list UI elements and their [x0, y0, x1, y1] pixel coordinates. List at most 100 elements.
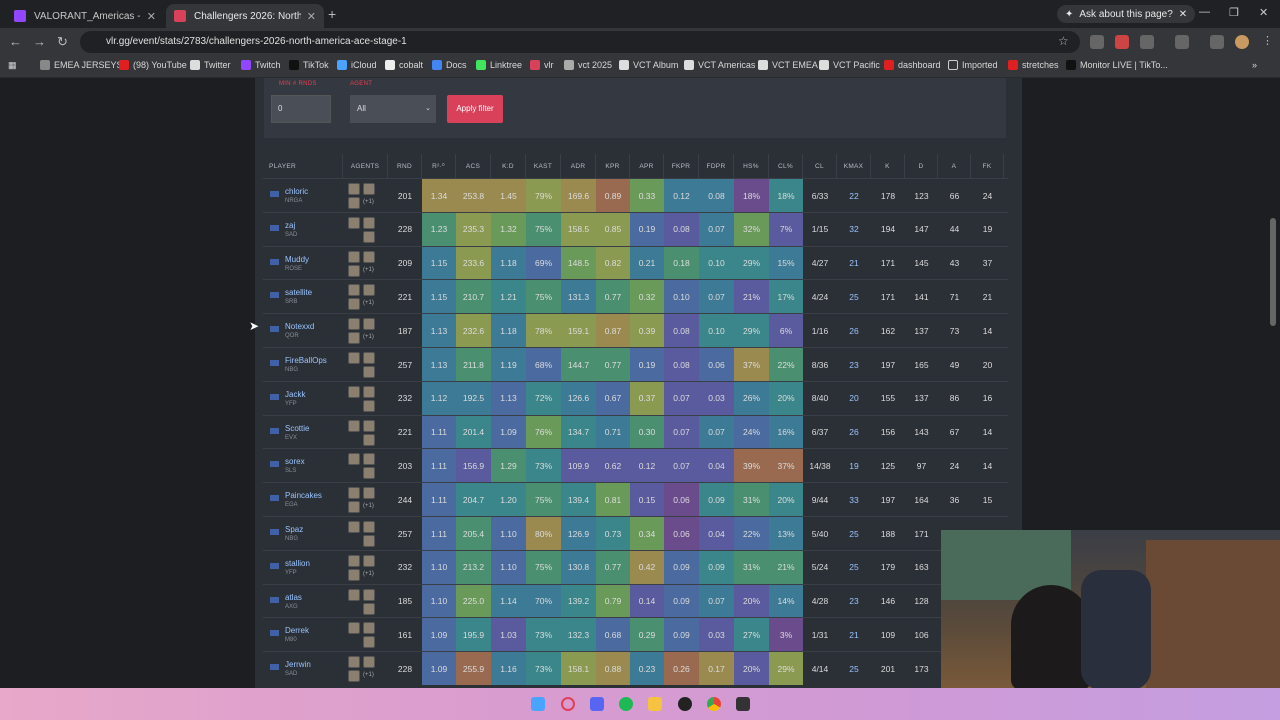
player-name[interactable]: Paincakes	[285, 491, 322, 500]
bookmark-vct-americas[interactable]: VCT Americas	[684, 60, 755, 70]
table-row[interactable]: atlas AXG 185 1.10 225.0 1.14 70% 139.2 0.79 0.14…	[263, 583, 1008, 618]
column-header-5[interactable]: K:D	[491, 154, 526, 178]
player-name[interactable]: zaj	[285, 221, 295, 230]
obs-icon[interactable]	[678, 697, 692, 711]
bookmark-stretches[interactable]: stretches	[1008, 60, 1059, 70]
bookmark-dashboard[interactable]: dashboard	[884, 60, 941, 70]
column-header-12[interactable]: HS%	[734, 154, 769, 178]
bookmark-emea-jerseys[interactable]: EMEA JERSEYS	[40, 60, 123, 70]
table-row[interactable]: Notexxd QOR (+1) 187 1.13 232.6 1.18 78% 159.1 0.…	[263, 313, 1008, 348]
chrome-icon[interactable]	[707, 697, 721, 711]
table-row[interactable]: Paincakes EGA (+1) 244 1.11 204.7 1.20 75% 139.4…	[263, 482, 1008, 517]
player-name[interactable]: chloric	[285, 187, 308, 196]
tab-vlr[interactable]: Challengers 2026: North Americ ✕	[166, 4, 324, 28]
bookmark-docs[interactable]: Docs	[432, 60, 467, 70]
spotify-icon[interactable]	[619, 697, 633, 711]
star-icon[interactable]: ☆	[1058, 34, 1069, 48]
player-name[interactable]: Jerrwin	[285, 660, 311, 669]
column-header-18[interactable]: A	[938, 154, 971, 178]
bookmark-icloud[interactable]: iCloud	[337, 60, 377, 70]
table-row[interactable]: Jackk YFP 232 1.12 192.5 1.13 72% 126.6 0.67 0.37…	[263, 380, 1008, 415]
volume-icon[interactable]	[1090, 35, 1104, 49]
min-rounds-input[interactable]: 0	[271, 95, 331, 123]
column-header-0[interactable]: PLAYER	[263, 154, 343, 178]
app-icon[interactable]	[736, 697, 750, 711]
url-field[interactable]: vlr.gg/event/stats/2783/challengers-2026…	[80, 31, 1080, 53]
column-header-17[interactable]: D	[905, 154, 938, 178]
bookmark-vct-emea[interactable]: VCT EMEA	[758, 60, 818, 70]
cast-icon[interactable]	[1175, 35, 1189, 49]
player-name[interactable]: Jackk	[285, 390, 305, 399]
back-icon[interactable]: ←	[9, 34, 22, 49]
close-icon[interactable]: ✕	[1179, 9, 1187, 20]
table-row[interactable]: Scottie EVX 221 1.11 201.4 1.09 76% 134.7 0.71 0.…	[263, 414, 1008, 449]
table-row[interactable]: Muddy ROSE (+1) 209 1.15 233.6 1.18 69% 148.5 0.8…	[263, 245, 1008, 280]
forward-icon[interactable]: →	[33, 34, 46, 49]
scrollbar[interactable]	[1270, 218, 1276, 326]
column-header-9[interactable]: APR	[630, 154, 664, 178]
table-row[interactable]: Derrek M80 161 1.09 195.9 1.03 73% 132.3 0.68 0.2…	[263, 617, 1008, 652]
bookmark-tiktok[interactable]: TikTok	[289, 60, 329, 70]
table-row[interactable]: chloric NRGA (+1) 201 1.34 253.8 1.45 79% 169.6 0…	[263, 178, 1008, 212]
column-header-15[interactable]: KMAX	[837, 154, 871, 178]
column-header-7[interactable]: ADR	[561, 154, 596, 178]
bookmark-vct-pacific[interactable]: VCT Pacific	[819, 60, 880, 70]
column-header-10[interactable]: FKPR	[664, 154, 699, 178]
bookmark-twitch[interactable]: Twitch	[241, 60, 281, 70]
table-row[interactable]: satellite SRB (+1) 221 1.15 210.7 1.21 75% 131.3…	[263, 279, 1008, 314]
table-row[interactable]: Spaz NBG 257 1.11 205.4 1.10 80% 126.9 0.73 0.34 0…	[263, 516, 1008, 550]
bookmark-vct-2025[interactable]: vct 2025	[564, 60, 612, 70]
tab-twitch[interactable]: VALORANT_Americas - Twitch ✕	[6, 4, 164, 28]
column-header-4[interactable]: ACS	[456, 154, 491, 178]
discord-icon[interactable]	[590, 697, 604, 711]
ask-about-page-button[interactable]: ✦ Ask about this page? ✕	[1057, 5, 1196, 23]
table-row[interactable]: zaj SAD 228 1.23 235.3 1.32 75% 158.5 0.85 0.19 0.…	[263, 211, 1008, 246]
column-header-6[interactable]: KAST	[526, 154, 561, 178]
table-row[interactable]: FireBallOps NBG 257 1.13 211.8 1.19 68% 144.7 0.…	[263, 347, 1008, 381]
column-header-2[interactable]: RND	[388, 154, 422, 178]
close-icon[interactable]: ✕	[147, 10, 156, 23]
player-name[interactable]: Muddy	[285, 255, 309, 264]
column-header-16[interactable]: K	[871, 154, 905, 178]
menu-icon[interactable]: ⋮	[1262, 34, 1273, 47]
column-header-1[interactable]: AGENTS	[343, 154, 388, 178]
player-name[interactable]: Derrek	[285, 626, 309, 635]
extension-icon[interactable]	[1115, 35, 1129, 49]
opera-icon[interactable]	[561, 697, 575, 711]
player-name[interactable]: satellite	[285, 288, 312, 297]
new-tab-button[interactable]: +	[328, 6, 336, 22]
table-row[interactable]: Jerrwin SAD (+1) 228 1.09 255.9 1.16 73% 158.1 0.…	[263, 651, 1008, 686]
start-icon[interactable]	[531, 697, 545, 711]
apply-filter-button[interactable]: Apply filter	[447, 95, 503, 123]
table-row[interactable]: sorex SLS 203 1.11 156.9 1.29 73% 109.9 0.62 0.12…	[263, 448, 1008, 483]
bookmark-imported[interactable]: Imported	[948, 60, 998, 70]
bookmark-youtube[interactable]: (98) YouTube	[119, 60, 187, 70]
agent-select[interactable]: All ⌄	[350, 95, 436, 123]
column-header-13[interactable]: CL%	[769, 154, 803, 178]
close-icon[interactable]: ✕	[307, 10, 316, 23]
player-name[interactable]: Notexxd	[285, 322, 314, 331]
player-name[interactable]: sorex	[285, 457, 305, 466]
column-header-3[interactable]: R²·⁰	[422, 154, 456, 178]
player-name[interactable]: Spaz	[285, 525, 303, 534]
media-icon[interactable]	[1210, 35, 1224, 49]
column-header-8[interactable]: KPR	[596, 154, 630, 178]
bookmark-cobalt[interactable]: cobalt	[385, 60, 423, 70]
column-header-14[interactable]: CL	[803, 154, 837, 178]
apps-icon[interactable]: ▦	[8, 60, 17, 71]
folder-icon[interactable]	[648, 697, 662, 711]
bookmark-vlr[interactable]: vlr	[530, 60, 554, 70]
player-name[interactable]: Scottie	[285, 424, 309, 433]
puzzle-icon[interactable]	[1140, 35, 1154, 49]
column-header-11[interactable]: FDPR	[699, 154, 734, 178]
column-header-19[interactable]: FK	[971, 154, 1004, 178]
bookmark-twitter[interactable]: Twitter	[190, 60, 231, 70]
minimize-icon[interactable]: —	[1199, 6, 1210, 18]
player-name[interactable]: stallion	[285, 559, 310, 568]
table-row[interactable]: stallion YFP (+1) 232 1.10 213.2 1.10 75% 130.8 0…	[263, 549, 1008, 584]
bookmark-linktree[interactable]: Linktree	[476, 60, 522, 70]
reload-icon[interactable]: ↻	[57, 34, 68, 50]
restore-icon[interactable]: ❐	[1229, 6, 1239, 19]
player-name[interactable]: FireBallOps	[285, 356, 327, 365]
chevron-right-icon[interactable]: »	[1252, 60, 1257, 70]
